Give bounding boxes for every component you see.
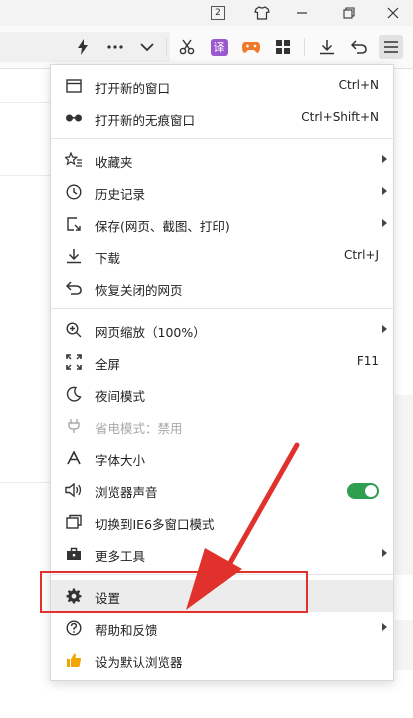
annotation-arrow xyxy=(186,442,300,610)
annotation-arrow-shaft xyxy=(223,442,300,573)
